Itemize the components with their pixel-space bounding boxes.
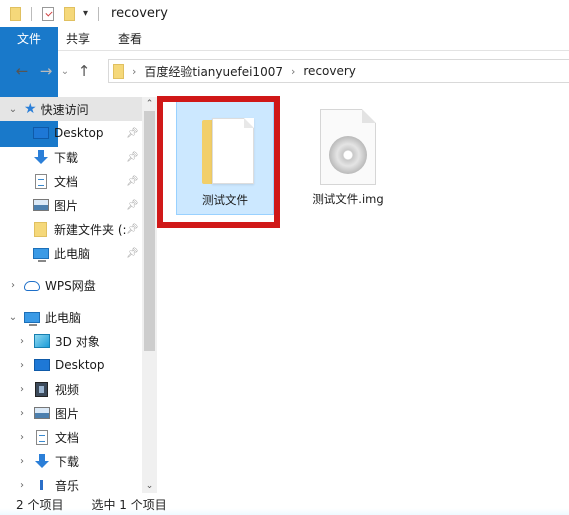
sidebar-item-pc-downloads[interactable]: › 下载: [0, 449, 157, 473]
item-count: 2 个项目: [16, 497, 64, 512]
navigation-pane: ⌄ ★ 快速访问 Desktop 📌︎ 下载 📌︎ 文档 📌︎ 图片 📌︎ 新建…: [0, 97, 157, 493]
sidebar-item-pc-pictures[interactable]: › 图片: [0, 401, 157, 425]
pictures-icon: [34, 407, 50, 419]
chevron-right-icon[interactable]: ›: [17, 408, 27, 419]
chevron-right-icon[interactable]: ›: [17, 360, 27, 371]
file-name: 测试文件.img: [312, 192, 384, 206]
chevron-right-icon[interactable]: ›: [17, 480, 27, 491]
sidebar-item-desktop[interactable]: Desktop 📌︎: [0, 121, 157, 145]
folder-icon: [113, 63, 124, 79]
sidebar-item-label: 快速访问: [40, 102, 89, 117]
3d-objects-icon: [34, 334, 50, 348]
sidebar-item-label: 下载: [54, 150, 79, 165]
download-icon: [34, 454, 50, 468]
desktop-icon: [34, 359, 50, 371]
ribbon-tabs: 文件 主页 共享 查看: [0, 27, 569, 147]
folder-icon: [10, 6, 21, 21]
sidebar-item-label: 图片: [55, 406, 80, 421]
address-bar[interactable]: › 百度经验tianyuefei1007 › recovery: [108, 59, 569, 83]
sidebar-item-label: 下载: [55, 454, 80, 469]
sidebar-item-label: WPS网盘: [45, 278, 96, 293]
title-bar: ▾ recovery: [0, 0, 569, 27]
music-icon: [34, 478, 50, 492]
video-icon: [35, 381, 48, 397]
download-icon: [33, 150, 49, 164]
chevron-right-icon[interactable]: ›: [291, 65, 295, 78]
breadcrumb-item[interactable]: 百度经验tianyuefei1007: [144, 63, 283, 80]
toolbar-separator: [98, 6, 100, 21]
cloud-icon: [24, 281, 40, 291]
computer-icon: [24, 311, 40, 326]
pin-icon[interactable]: 📌︎: [126, 200, 139, 211]
sidebar-item-label: 新建文件夹 (:: [54, 222, 127, 237]
navigation-pane-scrollbar[interactable]: ⌃ ⌄: [142, 97, 157, 493]
file-item-image[interactable]: 测试文件.img: [298, 99, 398, 215]
back-button[interactable]: ←: [10, 62, 34, 80]
pin-icon[interactable]: 📌︎: [126, 128, 139, 139]
sidebar-item-videos[interactable]: › 视频: [0, 377, 157, 401]
sidebar-item-label: 音乐: [55, 478, 80, 493]
scroll-up-button[interactable]: ⌃: [142, 97, 157, 111]
sidebar-item-label: 此电脑: [45, 310, 82, 325]
tab-share[interactable]: 共享: [52, 27, 104, 51]
sidebar-item-documents[interactable]: 文档 📌︎: [0, 169, 157, 193]
chevron-right-icon[interactable]: ›: [17, 336, 27, 347]
sidebar-item-this-pc-pinned[interactable]: 此电脑 📌︎: [0, 241, 157, 265]
pictures-icon: [33, 199, 49, 211]
tab-view[interactable]: 查看: [104, 27, 156, 51]
up-button[interactable]: ↑: [72, 62, 96, 80]
sidebar-item-label: Desktop: [55, 358, 105, 372]
disc-icon: [329, 136, 367, 174]
disc-image-file-icon: [320, 109, 376, 185]
sidebar-item-pictures[interactable]: 图片 📌︎: [0, 193, 157, 217]
chevron-right-icon[interactable]: ›: [17, 456, 27, 467]
sidebar-item-new-folder[interactable]: 新建文件夹 (: 📌︎: [0, 217, 157, 241]
new-folder-icon[interactable]: [64, 6, 75, 21]
customize-toolbar-dropdown[interactable]: ▾: [83, 8, 88, 19]
document-icon: [36, 429, 48, 445]
chevron-down-icon[interactable]: ⌄: [8, 312, 18, 323]
sidebar-item-pc-desktop[interactable]: › Desktop: [0, 353, 157, 377]
window-title: recovery: [111, 6, 168, 21]
sidebar-item-quick-access[interactable]: ⌄ ★ 快速访问: [0, 97, 142, 121]
star-icon: ★: [24, 101, 37, 117]
recent-locations-button[interactable]: ⌄: [58, 66, 72, 77]
status-bar: 2 个项目 选中 1 个项目: [0, 493, 569, 515]
pin-icon[interactable]: 📌︎: [126, 248, 139, 259]
pin-icon[interactable]: 📌︎: [126, 176, 139, 187]
chevron-right-icon[interactable]: ›: [132, 65, 136, 78]
computer-icon: [33, 247, 49, 262]
sidebar-item-music[interactable]: › 音乐: [0, 473, 157, 493]
breadcrumb-item[interactable]: recovery: [303, 64, 356, 78]
folder-icon: [34, 221, 47, 237]
sidebar-item-pc-documents[interactable]: › 文档: [0, 425, 157, 449]
properties-icon[interactable]: [42, 6, 54, 21]
scrollbar-thumb[interactable]: [144, 111, 155, 351]
document-icon: [35, 173, 47, 189]
sidebar-item-downloads[interactable]: 下载 📌︎: [0, 145, 157, 169]
forward-button[interactable]: →: [34, 62, 58, 80]
chevron-right-icon[interactable]: ›: [17, 432, 27, 443]
scroll-down-button[interactable]: ⌄: [142, 479, 157, 493]
sidebar-item-label: 文档: [54, 174, 79, 189]
annotation-highlight-box: [157, 96, 280, 228]
sidebar-item-label: 3D 对象: [55, 334, 100, 349]
chevron-right-icon[interactable]: ›: [8, 280, 18, 291]
sidebar-item-label: 图片: [54, 198, 79, 213]
navigation-bar: ← → ⌄ ↑ › 百度经验tianyuefei1007 › recovery: [0, 55, 569, 87]
sidebar-item-this-pc[interactable]: ⌄ 此电脑: [0, 305, 157, 329]
toolbar-separator: [31, 6, 32, 21]
sidebar-item-label: 此电脑: [54, 246, 91, 261]
chevron-down-icon[interactable]: ⌄: [8, 104, 18, 115]
sidebar-item-label: Desktop: [54, 126, 104, 140]
sidebar-item-3d-objects[interactable]: › 3D 对象: [0, 329, 157, 353]
sidebar-item-label: 视频: [55, 382, 80, 397]
selected-count: 选中 1 个项目: [91, 497, 167, 512]
pin-icon[interactable]: 📌︎: [126, 152, 139, 163]
pin-icon[interactable]: 📌︎: [126, 224, 139, 235]
sidebar-item-label: 文档: [55, 430, 80, 445]
sidebar-item-wps[interactable]: › WPS网盘: [0, 273, 157, 297]
desktop-icon: [33, 127, 49, 139]
chevron-right-icon[interactable]: ›: [17, 384, 27, 395]
